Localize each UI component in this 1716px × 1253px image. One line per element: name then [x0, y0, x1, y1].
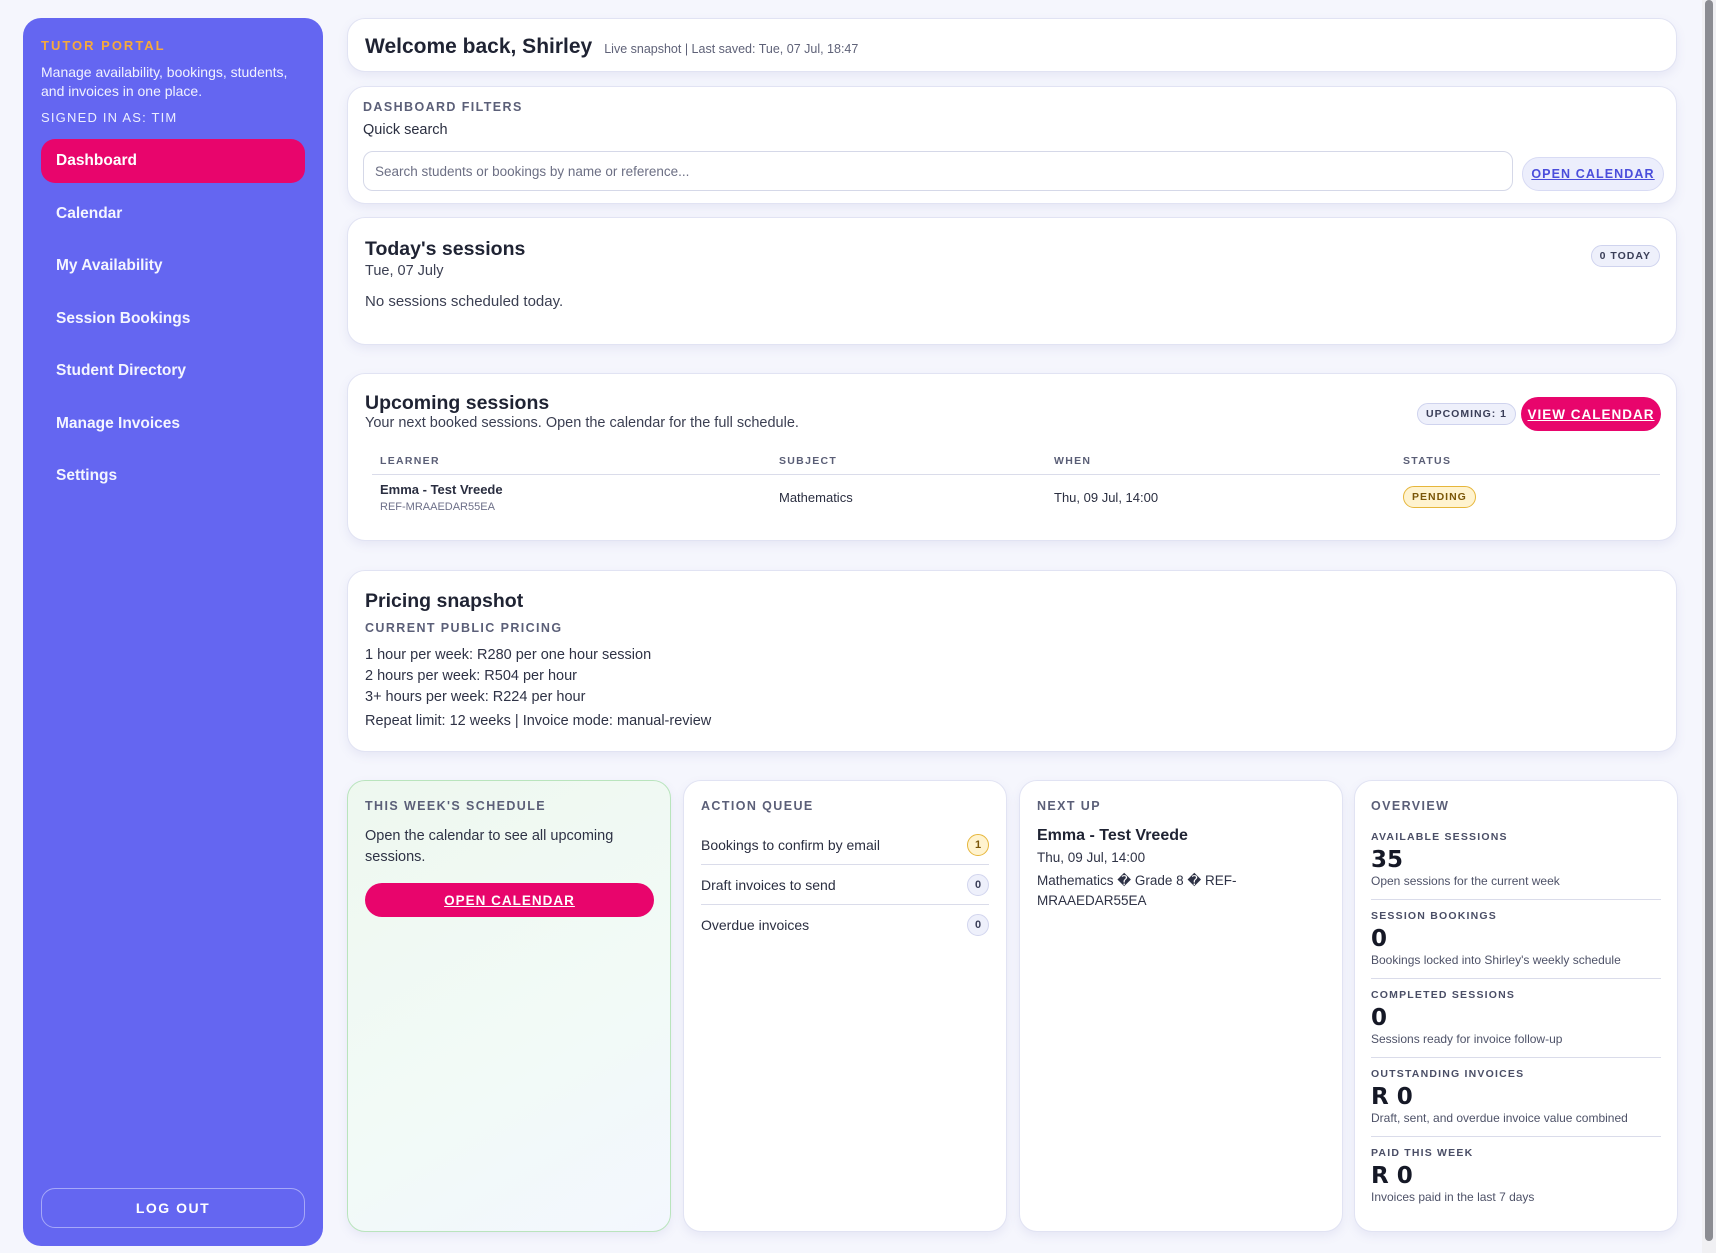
- filters-label: DASHBOARD FILTERS: [363, 100, 523, 114]
- upcoming-count-badge: UPCOMING: 1: [1417, 403, 1517, 425]
- column-header-when: WHEN: [1054, 455, 1092, 467]
- list-item[interactable]: Bookings to confirm by email 1: [701, 825, 989, 865]
- stat-label: COMPLETED SESSIONS: [1371, 989, 1516, 1001]
- next-up-when: Thu, 09 Jul, 14:00: [1037, 850, 1146, 865]
- weekly-schedule-card: THIS WEEK'S SCHEDULE Open the calendar t…: [347, 780, 671, 1232]
- sidebar-item-student-directory[interactable]: Student Directory: [41, 349, 305, 393]
- brand-title: TUTOR PORTAL: [41, 38, 166, 53]
- stat-description: Draft, sent, and overdue invoice value c…: [1371, 1111, 1628, 1125]
- sidebar-item-calendar[interactable]: Calendar: [41, 192, 305, 236]
- pricing-snapshot-card: Pricing snapshot CURRENT PUBLIC PRICING …: [347, 570, 1677, 752]
- list-item[interactable]: Overdue invoices 0: [701, 905, 989, 945]
- list-item[interactable]: Draft invoices to send 0: [701, 865, 989, 905]
- column-header-learner: LEARNER: [380, 455, 440, 467]
- queue-count-badge: 1: [967, 833, 989, 856]
- stat-value: 35: [1371, 847, 1404, 873]
- queue-label: ACTION QUEUE: [701, 799, 814, 813]
- page-title: Welcome back, Shirley: [365, 35, 593, 58]
- column-header-status: STATUS: [1403, 455, 1452, 467]
- view-calendar-button[interactable]: VIEW CALENDAR: [1521, 397, 1661, 431]
- page-scrollbar[interactable]: [1702, 0, 1716, 1253]
- overview-stat: AVAILABLE SESSIONS 35 Open sessions for …: [1371, 821, 1661, 900]
- stat-value: 0: [1371, 1005, 1388, 1031]
- pricing-label: CURRENT PUBLIC PRICING: [365, 621, 563, 635]
- stat-description: Open sessions for the current week: [1371, 874, 1560, 888]
- schedule-open-calendar-button[interactable]: OPEN CALENDAR: [365, 883, 654, 917]
- quick-search-label: Quick search: [363, 122, 448, 138]
- pricing-lines: 1 hour per week: R280 per one hour sessi…: [365, 645, 1659, 708]
- learner-name: Emma - Test Vreede: [380, 481, 503, 497]
- overview-stat: OUTSTANDING INVOICES R 0 Draft, sent, an…: [1371, 1058, 1661, 1137]
- sidebar-item-manage-invoices[interactable]: Manage Invoices: [41, 402, 305, 446]
- status-cell: PENDING: [1403, 486, 1660, 508]
- overview-list: AVAILABLE SESSIONS 35 Open sessions for …: [1371, 821, 1661, 1216]
- sidebar-item-dashboard[interactable]: Dashboard: [41, 139, 305, 183]
- next-up-card: NEXT UP Emma - Test Vreede Thu, 09 Jul, …: [1019, 780, 1343, 1232]
- queue-count-badge: 0: [967, 873, 989, 896]
- next-up-learner: Emma - Test Vreede: [1037, 827, 1188, 844]
- stat-value: R 0: [1371, 1163, 1413, 1189]
- last-saved-meta: Live snapshot | Last saved: Tue, 07 Jul,…: [604, 42, 859, 56]
- stat-label: OUTSTANDING INVOICES: [1371, 1068, 1525, 1080]
- todays-date: Tue, 07 July: [365, 263, 444, 279]
- search-input[interactable]: Search students or bookings by name or r…: [363, 151, 1513, 191]
- overview-stat: SESSION BOOKINGS 0 Bookings locked into …: [1371, 900, 1661, 979]
- action-queue-card: ACTION QUEUE Bookings to confirm by emai…: [683, 780, 1007, 1232]
- next-up-label: NEXT UP: [1037, 799, 1101, 813]
- sidebar: TUTOR PORTAL Manage availability, bookin…: [23, 18, 323, 1246]
- learner-ref: REF-MRAAEDAR55EA: [380, 500, 495, 513]
- upcoming-sessions-card: Upcoming sessions Your next booked sessi…: [347, 373, 1677, 541]
- repeat-limit-text: Repeat limit: 12 weeks | Invoice mode: m…: [365, 713, 712, 729]
- today-count-badge: 0 TODAY: [1590, 245, 1660, 267]
- welcome-header: Welcome back, Shirley Live snapshot | La…: [347, 18, 1677, 72]
- table-row[interactable]: Emma - Test Vreede REF-MRAAEDAR55EA Math…: [372, 475, 1660, 519]
- open-calendar-button[interactable]: OPEN CALENDAR: [1522, 157, 1664, 191]
- stat-value: R 0: [1371, 1084, 1413, 1110]
- overview-label: OVERVIEW: [1371, 799, 1450, 813]
- when-cell: Thu, 09 Jul, 14:00: [1054, 489, 1159, 505]
- queue-list: Bookings to confirm by email 1 Draft inv…: [701, 825, 989, 945]
- overview-stat: PAID THIS WEEK R 0 Invoices paid in the …: [1371, 1137, 1661, 1216]
- subject-cell: Mathematics: [779, 489, 853, 505]
- column-header-subject: SUBJECT: [779, 455, 838, 467]
- todays-sessions-title: Today's sessions: [365, 238, 526, 260]
- brand-tagline: Manage availability, bookings, students,…: [41, 64, 288, 99]
- overview-card: OVERVIEW AVAILABLE SESSIONS 35 Open sess…: [1354, 780, 1678, 1232]
- queue-item-label: Draft invoices to send: [701, 876, 836, 893]
- price-line: 2 hours per week: R504 per hour: [365, 668, 577, 684]
- pricing-title: Pricing snapshot: [365, 590, 524, 612]
- scrollbar-thumb[interactable]: [1705, 0, 1713, 1241]
- stat-description: Bookings locked into Shirley's weekly sc…: [1371, 953, 1621, 967]
- no-sessions-text: No sessions scheduled today.: [365, 293, 564, 310]
- todays-sessions-card: Today's sessions Tue, 07 July No session…: [347, 217, 1677, 345]
- logout-button[interactable]: LOG OUT: [41, 1188, 305, 1228]
- upcoming-sessions-table: LEARNER SUBJECT WHEN STATUS Emma - Test …: [372, 455, 1660, 519]
- next-up-detail: Mathematics � Grade 8 � REF-MRAAEDAR55EA: [1037, 873, 1237, 908]
- sidebar-item-my-availability[interactable]: My Availability: [41, 244, 305, 288]
- stat-label: AVAILABLE SESSIONS: [1371, 831, 1508, 843]
- stat-description: Invoices paid in the last 7 days: [1371, 1190, 1535, 1204]
- stat-label: SESSION BOOKINGS: [1371, 910, 1497, 922]
- stat-label: PAID THIS WEEK: [1371, 1147, 1474, 1159]
- queue-count-badge: 0: [967, 914, 989, 936]
- table-header: LEARNER SUBJECT WHEN STATUS: [372, 455, 1660, 475]
- learner-cell: Emma - Test Vreede REF-MRAAEDAR55EA: [372, 482, 779, 513]
- schedule-label: THIS WEEK'S SCHEDULE: [365, 799, 546, 813]
- queue-item-label: Overdue invoices: [701, 917, 810, 933]
- search-placeholder: Search students or bookings by name or r…: [375, 163, 690, 179]
- stat-value: 0: [1371, 926, 1388, 952]
- price-line: 3+ hours per week: R224 per hour: [365, 689, 586, 705]
- dashboard-filters: DASHBOARD FILTERS Quick search Search st…: [347, 86, 1677, 204]
- overview-stat: COMPLETED SESSIONS 0 Sessions ready for …: [1371, 979, 1661, 1058]
- schedule-description: Open the calendar to see all upcoming se…: [365, 828, 614, 865]
- price-line: 1 hour per week: R280 per one hour sessi…: [365, 647, 652, 663]
- sidebar-nav: Dashboard Calendar My Availability Sessi…: [41, 139, 305, 498]
- sidebar-item-session-bookings[interactable]: Session Bookings: [41, 297, 305, 341]
- stat-description: Sessions ready for invoice follow-up: [1371, 1032, 1563, 1046]
- status-badge: PENDING: [1403, 486, 1476, 508]
- queue-item-label: Bookings to confirm by email: [701, 836, 880, 853]
- sidebar-item-settings[interactable]: Settings: [41, 454, 305, 498]
- signed-in-label: SIGNED IN AS: TIM: [41, 110, 178, 125]
